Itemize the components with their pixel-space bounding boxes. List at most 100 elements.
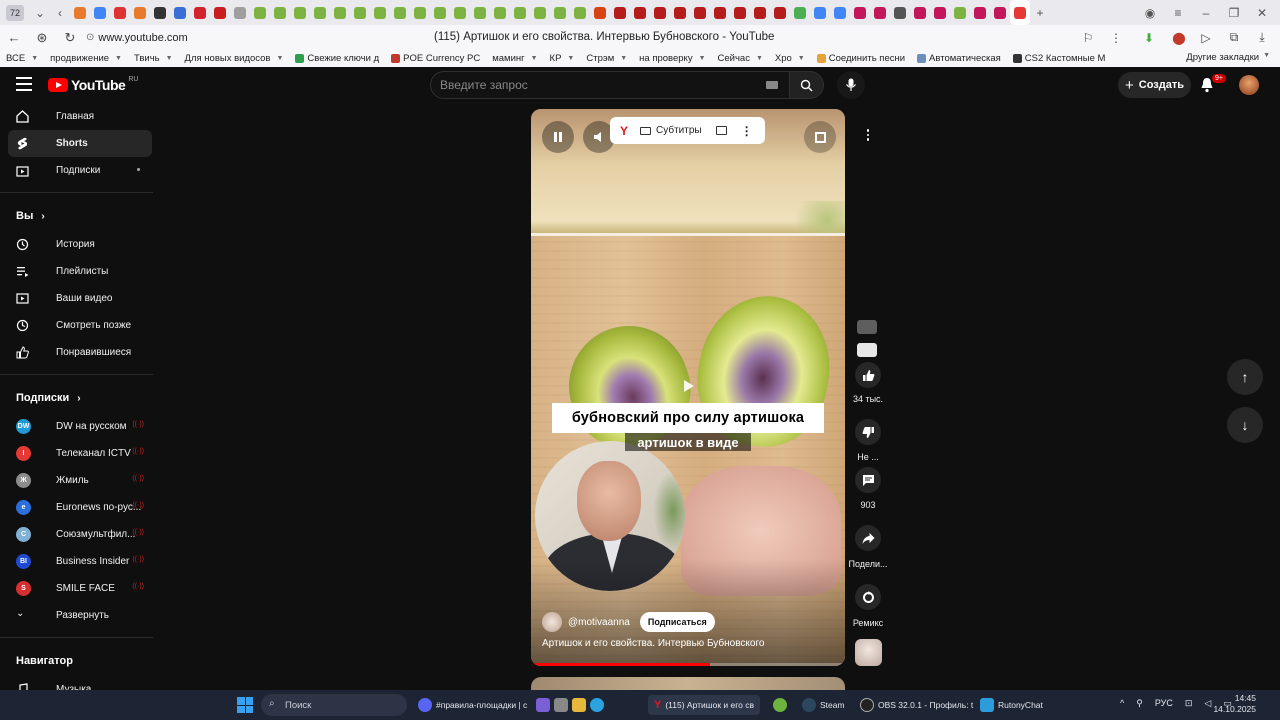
tab-favicon[interactable] <box>430 0 450 25</box>
yandex-translate-icon[interactable]: Y <box>620 124 628 138</box>
tab-favicon[interactable] <box>370 0 390 25</box>
tab-favicon[interactable] <box>710 0 730 25</box>
bookmark-item[interactable]: маминг ▼ <box>486 53 543 64</box>
taskbar-app-steam[interactable]: Steam <box>802 695 845 715</box>
youtube-logo[interactable]: YouTube RU <box>48 76 138 93</box>
taskbar-search[interactable]: ⌕ Поиск <box>261 694 407 716</box>
sidebar-subs-header[interactable]: Подписки › <box>0 383 153 413</box>
sidebar-item-watch-later[interactable]: Смотреть позже <box>8 312 152 339</box>
tab-favicon[interactable] <box>350 0 370 25</box>
sidebar-channel-item[interactable]: DW DW на русском ((·)) <box>8 413 152 440</box>
tab-favicon[interactable] <box>830 0 850 25</box>
tab-favicon[interactable] <box>690 0 710 25</box>
pause-button[interactable] <box>542 121 574 153</box>
share-button[interactable] <box>855 525 881 551</box>
bookmark-item[interactable]: Твичь ▼ <box>128 53 179 64</box>
taskbar-app-discord[interactable]: #правила-площадки | с <box>418 695 527 715</box>
folder-icon[interactable] <box>572 698 586 712</box>
volume-icon[interactable]: ◁ <box>1204 698 1211 709</box>
more-options-icon[interactable]: ⋮ <box>741 124 753 138</box>
tab-favicon[interactable] <box>410 0 430 25</box>
tab-favicon[interactable] <box>910 0 930 25</box>
progress-bar[interactable] <box>531 663 845 666</box>
fullscreen-button[interactable] <box>804 121 836 153</box>
tab-favicon[interactable] <box>630 0 650 25</box>
close-window-icon[interactable]: ✕ <box>1248 0 1276 25</box>
bookmark-item[interactable]: ВСЕ ▼ <box>0 53 44 64</box>
network-icon[interactable]: ⊡ <box>1185 698 1193 709</box>
back-icon[interactable]: ← <box>0 25 28 50</box>
bookmark-icon[interactable]: ⚐ <box>1076 25 1100 50</box>
sidebar-item-subscriptions[interactable]: Подписки <box>8 157 152 184</box>
download-icon[interactable] <box>857 320 877 334</box>
subscribe-button[interactable]: Подписаться <box>639 612 715 632</box>
tab-favicon[interactable] <box>770 0 790 25</box>
windows-start-icon[interactable] <box>237 697 253 713</box>
tab-favicon[interactable] <box>150 0 170 25</box>
tab-favicon[interactable] <box>510 0 530 25</box>
tab-list-chevron-icon[interactable]: ⌄ <box>30 0 50 25</box>
comments-button[interactable] <box>855 467 881 493</box>
tab-favicon[interactable] <box>570 0 590 25</box>
minimize-icon[interactable]: – <box>1192 0 1220 25</box>
other-bookmarks[interactable]: Другие закладки ▼ <box>1186 52 1270 63</box>
tab-back-icon[interactable]: ‹ <box>50 0 70 25</box>
tab-favicon[interactable] <box>70 0 90 25</box>
next-short-button[interactable]: ↓ <box>1227 407 1263 443</box>
tray-app-icon[interactable]: ⚲ <box>1136 698 1143 709</box>
bookmark-item[interactable]: продвижение ▼ <box>44 53 128 64</box>
bookmark-item[interactable]: на проверку ▼ <box>633 53 711 64</box>
tab-favicon[interactable] <box>670 0 690 25</box>
tab-favicon[interactable] <box>950 0 970 25</box>
tab-favicon[interactable] <box>730 0 750 25</box>
sidebar-item-like[interactable]: Понравившиеся <box>8 339 152 366</box>
tab-favicon[interactable] <box>850 0 870 25</box>
search-input[interactable] <box>440 78 740 92</box>
download-arrow-icon[interactable]: ⬇ <box>1137 25 1161 50</box>
tab-favicon[interactable] <box>250 0 270 25</box>
tab-favicon[interactable] <box>270 0 290 25</box>
tab-favicon[interactable] <box>970 0 990 25</box>
sidebar-expand[interactable]: ⌄ Развернуть <box>8 602 152 629</box>
previous-short-button[interactable]: ↑ <box>1227 359 1263 395</box>
bookmark-item[interactable]: Автоматическая <box>911 53 1007 64</box>
app-icon[interactable] <box>554 698 568 712</box>
voice-search-button[interactable] <box>837 71 865 99</box>
create-button[interactable]: + Создать <box>1118 72 1191 98</box>
bookmark-item[interactable]: POE Currency PC <box>385 53 486 64</box>
remix-button[interactable] <box>855 584 881 610</box>
channel-avatar[interactable] <box>542 612 562 632</box>
tab-favicon[interactable] <box>190 0 210 25</box>
taskbar-app-rutonychat[interactable]: RutonyChat <box>980 695 1043 715</box>
tray-chevron-icon[interactable]: ^ <box>1120 698 1124 709</box>
pen-icon[interactable] <box>536 698 550 712</box>
sidebar-you-header[interactable]: Вы › <box>0 201 153 231</box>
subtitles-button[interactable]: Субтитры <box>640 125 702 136</box>
bookmark-item[interactable]: Свежие ключи д <box>289 53 385 64</box>
tab-favicon[interactable] <box>930 0 950 25</box>
taskbar-utorrent[interactable] <box>773 695 787 715</box>
tab-favicon[interactable] <box>750 0 770 25</box>
sidebar-channel-item[interactable]: Ж Жмиль ((·)) <box>8 467 152 494</box>
sidebar-item-history[interactable]: История <box>8 231 152 258</box>
sidebar-item-your-videos[interactable]: Ваши видео <box>8 285 152 312</box>
bookmark-item[interactable]: КР ▼ <box>544 53 581 64</box>
sound-thumbnail[interactable] <box>855 639 882 666</box>
tab-favicon[interactable] <box>530 0 550 25</box>
extension-icon[interactable]: ◉ <box>1136 0 1164 25</box>
sidebar-channel-item[interactable]: e Euronews по-рус... ((·)) <box>8 494 152 521</box>
new-tab-plus-icon[interactable]: + <box>1030 0 1050 25</box>
tab-favicon[interactable] <box>610 0 630 25</box>
tab-favicon[interactable] <box>890 0 910 25</box>
tab-favicon[interactable] <box>490 0 510 25</box>
tab-favicon[interactable] <box>810 0 830 25</box>
yandex-icon[interactable]: ⊛ <box>28 25 56 50</box>
tab-favicon[interactable] <box>390 0 410 25</box>
menu-dots-icon[interactable]: ⋮ <box>1104 25 1128 50</box>
bookmark-item[interactable]: Стрэм ▼ <box>580 53 633 64</box>
tab-favicon[interactable] <box>310 0 330 25</box>
tab-favicon[interactable] <box>590 0 610 25</box>
downloads-icon[interactable]: ≡ <box>1164 0 1192 25</box>
save-icon[interactable]: ⤓ <box>1250 25 1274 50</box>
tabs-icon[interactable]: ⧉ <box>1222 25 1246 50</box>
